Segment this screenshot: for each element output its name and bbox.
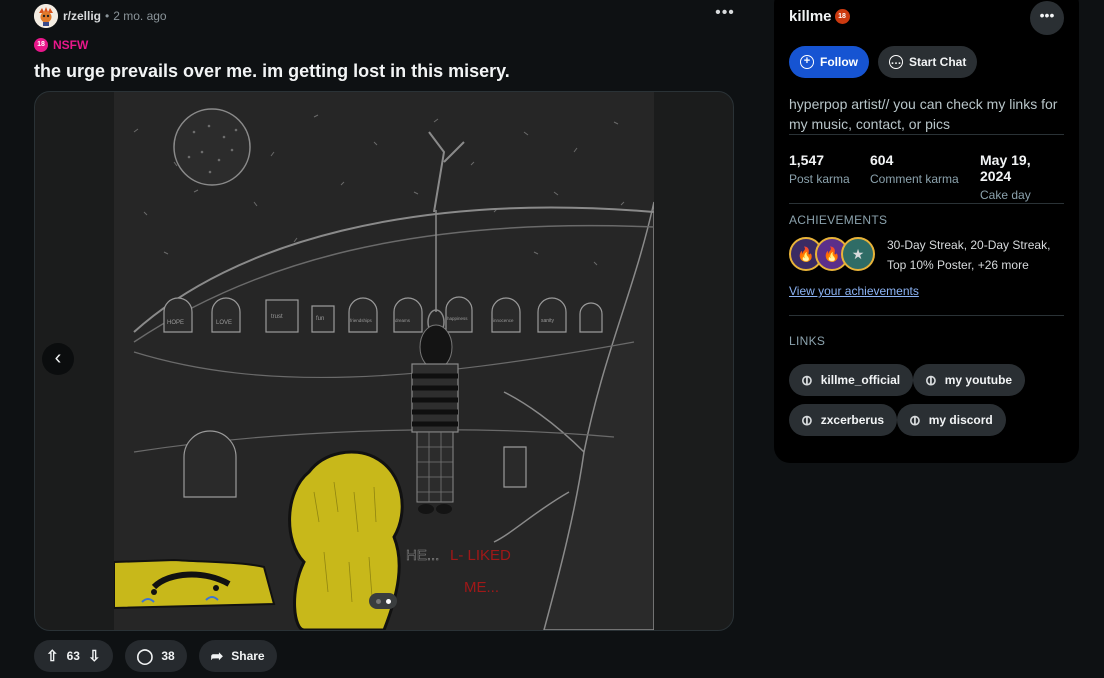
link-chain-icon: ⊘ bbox=[796, 369, 817, 390]
vote-control: ⇧ 63 ⇩ bbox=[34, 640, 113, 672]
headstone-label: trust bbox=[271, 314, 283, 320]
vote-count: 63 bbox=[66, 649, 80, 663]
achievements-summary: 🔥 🔥 ★ 30-Day Streak, 20-Day Streak, Top … bbox=[789, 235, 1057, 275]
headstone-label: innocence bbox=[493, 318, 514, 323]
link-label: killme_official bbox=[820, 373, 901, 387]
profile-actions: + Follow … Start Chat bbox=[789, 46, 978, 78]
post-timestamp: 2 mo. ago bbox=[113, 9, 167, 23]
divider bbox=[789, 134, 1064, 135]
link-label: my youtube bbox=[944, 373, 1013, 387]
cake-day-value: May 19, 2024 bbox=[980, 152, 1031, 184]
downvote-icon[interactable]: ⇩ bbox=[88, 649, 101, 664]
link-chain-icon: ⊘ bbox=[904, 409, 925, 430]
separator-dot: • bbox=[105, 9, 110, 23]
divider bbox=[789, 315, 1064, 316]
carousel-prev-button[interactable]: ‹ bbox=[42, 343, 74, 375]
share-arrow-icon: ➦ bbox=[210, 647, 224, 665]
subreddit-name[interactable]: r/zellig bbox=[63, 9, 101, 23]
headstone-label: HOPE bbox=[167, 320, 184, 326]
pager-dot-1[interactable] bbox=[375, 598, 381, 604]
headstone-label: sanity bbox=[541, 318, 555, 324]
view-achievements-link[interactable]: View your achievements bbox=[789, 284, 919, 298]
divider bbox=[789, 203, 1064, 204]
post-karma-label: Post karma bbox=[789, 172, 850, 186]
upvote-icon[interactable]: ⇧ bbox=[46, 649, 59, 664]
chat-bubble-icon: … bbox=[889, 55, 903, 69]
achievements-text: 30-Day Streak, 20-Day Streak, Top 10% Po… bbox=[887, 238, 1051, 272]
post-action-bar: ⇧ 63 ⇩ ◯ 38 ➦ Share bbox=[34, 640, 277, 672]
headstone-label: friendships bbox=[350, 318, 373, 323]
headstone-label: happiness bbox=[447, 316, 468, 321]
nsfw-18-icon: 18 bbox=[34, 38, 48, 52]
post-karma-value: 1,547 bbox=[789, 152, 825, 168]
link-chain-icon: ⊘ bbox=[796, 409, 817, 430]
subreddit-avatar-image bbox=[34, 4, 58, 28]
post-media-carousel[interactable]: HOPE LOVE trust fun friendships dreams h… bbox=[34, 91, 734, 631]
drawing-text-he: HE... bbox=[406, 547, 439, 564]
comment-karma-label: Comment karma bbox=[870, 172, 959, 186]
headstone-label: LOVE bbox=[216, 320, 232, 326]
pager-dot-2-active[interactable] bbox=[385, 598, 391, 604]
follow-label: Follow bbox=[820, 55, 858, 69]
comments-button[interactable]: ◯ 38 bbox=[124, 640, 187, 672]
start-chat-button[interactable]: … Start Chat bbox=[878, 46, 978, 78]
post-more-options-button[interactable]: ••• bbox=[711, 5, 739, 26]
link-label: zxcerberus bbox=[820, 413, 885, 427]
link-zxcerberus[interactable]: ⊘ zxcerberus bbox=[789, 404, 898, 436]
achievements-heading: ACHIEVEMENTS bbox=[789, 213, 888, 227]
post: r/zellig • 2 mo. ago ••• 18 NSFW the urg… bbox=[0, 0, 760, 678]
link-killme-official[interactable]: ⊘ killme_official bbox=[789, 364, 914, 396]
headstone-label: fun bbox=[316, 316, 324, 322]
stat-post-karma: 1,547 Post karma bbox=[789, 152, 850, 186]
link-chain-icon: ⊘ bbox=[920, 369, 941, 390]
start-chat-label: Start Chat bbox=[909, 55, 967, 69]
nsfw-18-badge-icon: 18 bbox=[834, 9, 850, 24]
plus-circle-icon: + bbox=[800, 55, 814, 69]
comment-karma-value: 604 bbox=[870, 152, 894, 168]
nsfw-label: NSFW bbox=[53, 38, 89, 52]
username-text: killme bbox=[789, 8, 832, 25]
link-my-youtube[interactable]: ⊘ my youtube bbox=[913, 364, 1026, 396]
share-label: Share bbox=[231, 649, 265, 663]
comment-count: 38 bbox=[161, 649, 175, 663]
post-title[interactable]: the urge prevails over me. im getting lo… bbox=[34, 61, 510, 82]
carousel-pager bbox=[369, 593, 397, 609]
links-heading: LINKS bbox=[789, 334, 826, 348]
subreddit-avatar[interactable] bbox=[34, 4, 58, 28]
share-button[interactable]: ➦ Share bbox=[198, 640, 277, 672]
drawing-text-liked: L- LIKED bbox=[450, 547, 511, 564]
post-drawing-image: HOPE LOVE trust fun friendships dreams h… bbox=[114, 92, 654, 630]
profile-username[interactable]: killme 18 bbox=[789, 8, 850, 25]
profile-bio: hyperpop artist// you can check my links… bbox=[789, 96, 1058, 132]
achievement-badges[interactable]: 🔥 🔥 ★ bbox=[789, 235, 879, 275]
nsfw-tag: 18 NSFW bbox=[34, 38, 88, 52]
stat-comment-karma: 604 Comment karma bbox=[870, 152, 959, 186]
cake-day-label: Cake day bbox=[980, 188, 1031, 202]
headstone-label: dreams bbox=[395, 318, 411, 323]
comment-bubble-icon: ◯ bbox=[136, 647, 154, 665]
top-poster-badge-icon: ★ bbox=[841, 237, 875, 271]
post-header: r/zellig • 2 mo. ago bbox=[34, 4, 167, 28]
profile-more-options-button[interactable]: ••• bbox=[1030, 1, 1064, 35]
follow-button[interactable]: + Follow bbox=[789, 46, 869, 78]
link-label: my discord bbox=[928, 413, 993, 427]
link-my-discord[interactable]: ⊘ my discord bbox=[897, 404, 1006, 436]
drawing-text-me: ME... bbox=[464, 579, 499, 596]
stat-cake-day: May 19, 2024 Cake day bbox=[980, 152, 1064, 202]
user-profile-card: killme 18 ••• + Follow … Start Chat hype… bbox=[774, 0, 1079, 463]
